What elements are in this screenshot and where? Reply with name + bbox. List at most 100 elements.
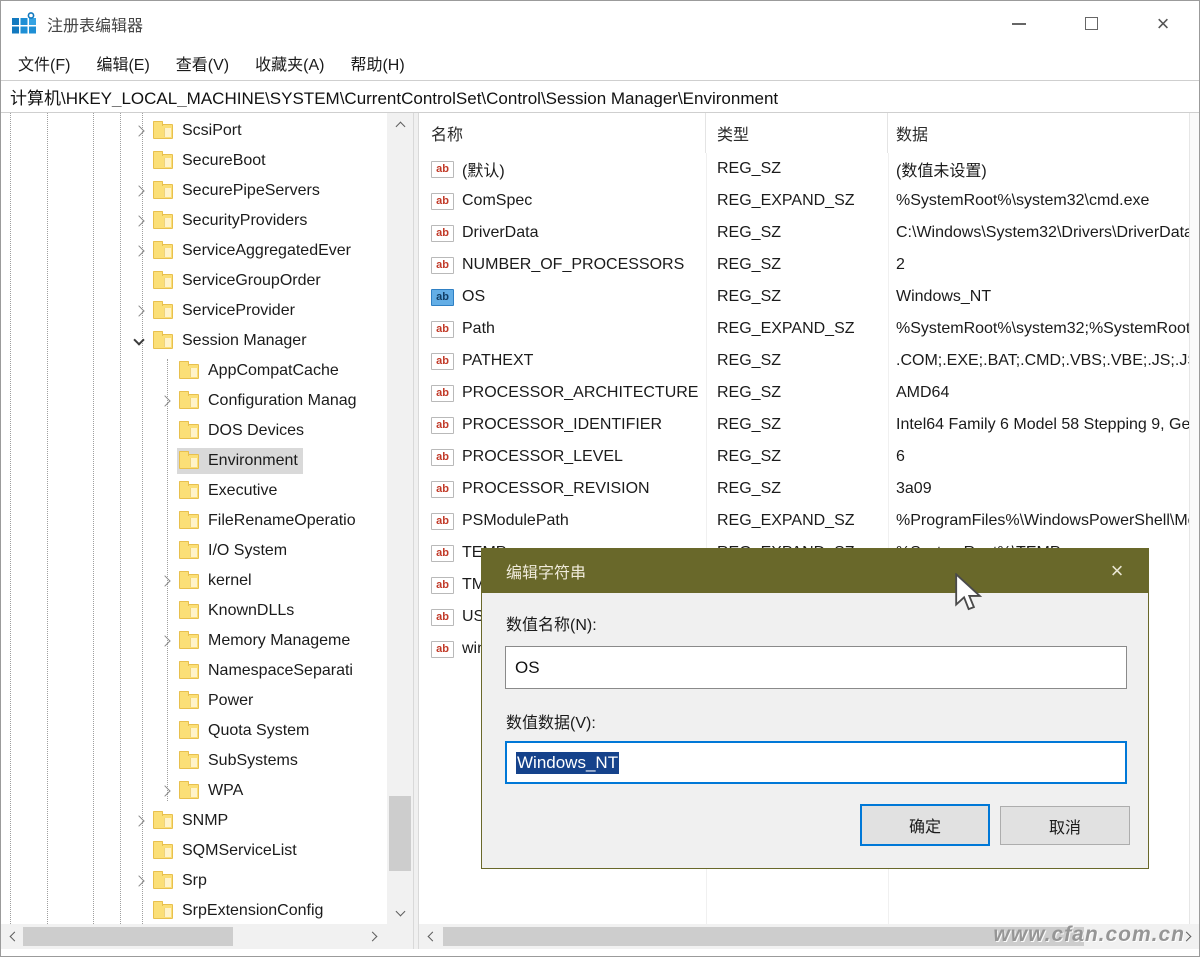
registry-value-row[interactable]: abPROCESSOR_REVISIONREG_SZ3a09	[419, 473, 1189, 505]
address-input[interactable]	[1, 87, 1199, 107]
chevron-right-icon[interactable]	[153, 637, 177, 645]
tree-item[interactable]: SecurePipeServers	[1, 176, 387, 206]
registry-value-row[interactable]: abComSpecREG_EXPAND_SZ%SystemRoot%\syste…	[419, 185, 1189, 217]
registry-value-row[interactable]: abPSModulePathREG_EXPAND_SZ%ProgramFiles…	[419, 505, 1189, 537]
tree-item[interactable]: SrpExtensionConfig	[1, 896, 387, 924]
tree-item[interactable]: Memory Manageme	[1, 626, 387, 656]
tree-item[interactable]: Power	[1, 686, 387, 716]
tree-item-content: ServiceAggregatedEver	[151, 238, 356, 264]
scroll-left-arrow[interactable]	[419, 924, 441, 949]
scroll-down-arrow[interactable]	[387, 902, 413, 924]
tree-hscroll-thumb[interactable]	[23, 927, 233, 946]
tree-item[interactable]: SecureBoot	[1, 146, 387, 176]
tree-item[interactable]: ServiceGroupOrder	[1, 266, 387, 296]
tree-item[interactable]: DOS Devices	[1, 416, 387, 446]
registry-value-row[interactable]: ab(默认)REG_SZ(数值未设置)	[419, 153, 1189, 185]
folder-icon	[179, 604, 199, 619]
registry-value-row[interactable]: abPROCESSOR_IDENTIFIERREG_SZIntel64 Fami…	[419, 409, 1189, 441]
tree-item[interactable]: WPA	[1, 776, 387, 806]
tree-item[interactable]: ServiceAggregatedEver	[1, 236, 387, 266]
chevron-right-icon[interactable]	[153, 787, 177, 795]
menu-item[interactable]: 收藏夹(A)	[242, 46, 337, 80]
registry-value-row[interactable]: abPathREG_EXPAND_SZ%SystemRoot%\system32…	[419, 313, 1189, 345]
tree-item[interactable]: NamespaceSeparati	[1, 656, 387, 686]
registry-editor-app-icon	[11, 11, 37, 37]
menu-item[interactable]: 查看(V)	[163, 46, 242, 80]
tree-item-content: AppCompatCache	[177, 358, 344, 384]
registry-value-row[interactable]: abDriverDataREG_SZC:\Windows\System32\Dr…	[419, 217, 1189, 249]
chevron-right-icon[interactable]	[127, 187, 151, 195]
value-name-field[interactable]: OS	[505, 646, 1127, 689]
menu-item[interactable]: 帮助(H)	[337, 46, 417, 80]
chevron-right-icon[interactable]	[127, 217, 151, 225]
scroll-left-arrow[interactable]	[1, 924, 23, 949]
ok-button[interactable]: 确定	[860, 804, 990, 846]
tree-item-content: Quota System	[177, 718, 314, 744]
tree-item[interactable]: Configuration Manag	[1, 386, 387, 416]
tree-item[interactable]: ServiceProvider	[1, 296, 387, 326]
maximize-icon	[1085, 17, 1098, 30]
tree-item-content: kernel	[177, 568, 257, 594]
folder-icon	[153, 184, 173, 199]
scroll-right-arrow[interactable]	[363, 924, 385, 949]
tree-item[interactable]: Quota System	[1, 716, 387, 746]
string-value-icon: ab	[431, 321, 454, 338]
column-header-type[interactable]: 类型	[706, 113, 888, 153]
tree-item[interactable]: Session Manager	[1, 326, 387, 356]
value-data-cell: %ProgramFiles%\WindowsPowerShell\Modules	[888, 512, 1189, 530]
list-vertical-scrollbar[interactable]	[1189, 113, 1199, 924]
chevron-right-icon[interactable]	[153, 397, 177, 405]
tree-item[interactable]: Executive	[1, 476, 387, 506]
tree-horizontal-scrollbar[interactable]	[1, 924, 413, 949]
registry-value-row[interactable]: abNUMBER_OF_PROCESSORSREG_SZ2	[419, 249, 1189, 281]
value-data-field[interactable]: Windows_NT	[505, 741, 1127, 784]
tree-item[interactable]: I/O System	[1, 536, 387, 566]
tree-item-label: WPA	[208, 782, 243, 800]
tree-item[interactable]: SQMServiceList	[1, 836, 387, 866]
close-button[interactable]: ×	[1127, 1, 1199, 46]
scroll-up-arrow[interactable]	[387, 113, 413, 135]
chevron-right-icon[interactable]	[127, 817, 151, 825]
registry-value-row[interactable]: abOSREG_SZWindows_NT	[419, 281, 1189, 313]
chevron-down-icon[interactable]	[127, 339, 151, 344]
string-value-icon: ab	[431, 385, 454, 402]
value-data-cell: Windows_NT	[888, 288, 1189, 306]
tree-vscroll-thumb[interactable]	[389, 796, 411, 871]
chevron-right-icon[interactable]	[127, 877, 151, 885]
folder-icon	[179, 664, 199, 679]
column-header-data[interactable]: 数据	[888, 113, 1189, 153]
chevron-right-icon[interactable]	[153, 577, 177, 585]
tree-item[interactable]: SNMP	[1, 806, 387, 836]
value-type-cell: REG_EXPAND_SZ	[706, 512, 888, 530]
registry-value-row[interactable]: abPROCESSOR_LEVELREG_SZ6	[419, 441, 1189, 473]
list-hscroll-thumb[interactable]	[443, 927, 1084, 946]
value-name-cell: abComSpec	[419, 192, 706, 210]
menu-item[interactable]: 编辑(E)	[83, 46, 162, 80]
tree-item[interactable]: KnownDLLs	[1, 596, 387, 626]
chevron-right-icon[interactable]	[127, 247, 151, 255]
column-header-name[interactable]: 名称	[419, 113, 706, 153]
registry-value-row[interactable]: abPATHEXTREG_SZ.COM;.EXE;.BAT;.CMD;.VBS;…	[419, 345, 1189, 377]
string-value-icon: ab	[431, 545, 454, 562]
dialog-title-bar[interactable]: 编辑字符串 ×	[482, 549, 1148, 593]
tree-item[interactable]: Srp	[1, 866, 387, 896]
tree-vertical-scrollbar[interactable]	[387, 113, 413, 924]
tree-item[interactable]: SecurityProviders	[1, 206, 387, 236]
maximize-button[interactable]	[1055, 1, 1127, 46]
registry-value-row[interactable]: abPROCESSOR_ARCHITECTUREREG_SZAMD64	[419, 377, 1189, 409]
chevron-right-icon[interactable]	[127, 127, 151, 135]
dialog-close-button[interactable]: ×	[1100, 549, 1134, 593]
tree-item[interactable]: AppCompatCache	[1, 356, 387, 386]
tree-item[interactable]: ScsiPort	[1, 116, 387, 146]
value-name-cell: abDriverData	[419, 224, 706, 242]
tree-item[interactable]: Environment	[1, 446, 387, 476]
minimize-button[interactable]	[983, 1, 1055, 46]
menu-item[interactable]: 文件(F)	[5, 46, 83, 80]
value-name: PROCESSOR_LEVEL	[462, 448, 623, 466]
tree-item[interactable]: FileRenameOperatio	[1, 506, 387, 536]
chevron-right-icon[interactable]	[127, 307, 151, 315]
tree-item[interactable]: SubSystems	[1, 746, 387, 776]
tree-item[interactable]: kernel	[1, 566, 387, 596]
tree-item-content: Srp	[151, 868, 212, 894]
cancel-button[interactable]: 取消	[1000, 806, 1130, 845]
